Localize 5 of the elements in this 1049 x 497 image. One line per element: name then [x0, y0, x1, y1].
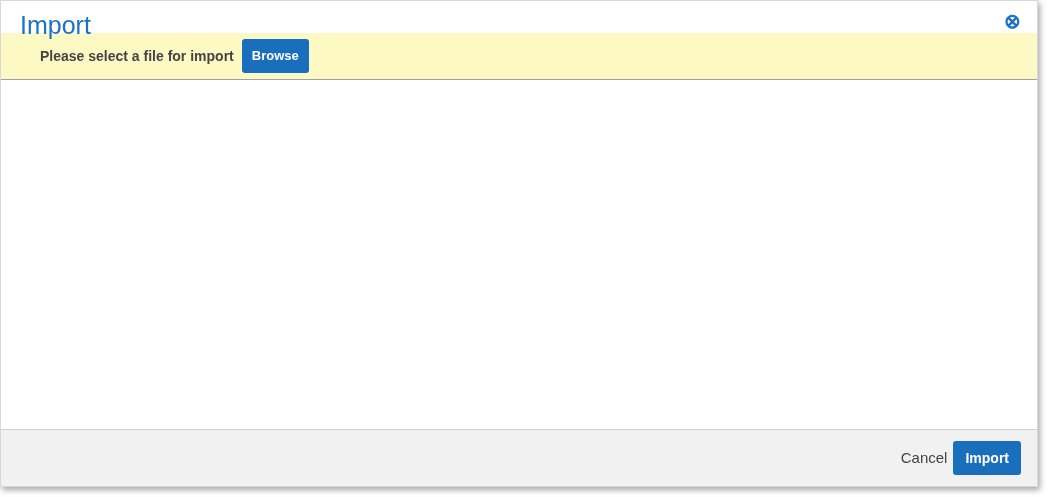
cancel-button[interactable]: Cancel — [900, 441, 948, 475]
browse-button[interactable]: Browse — [241, 39, 309, 73]
file-prompt: Please select a file for import — [40, 46, 234, 66]
dialog-title: Import — [20, 11, 91, 39]
import-button[interactable]: Import — [953, 441, 1021, 475]
